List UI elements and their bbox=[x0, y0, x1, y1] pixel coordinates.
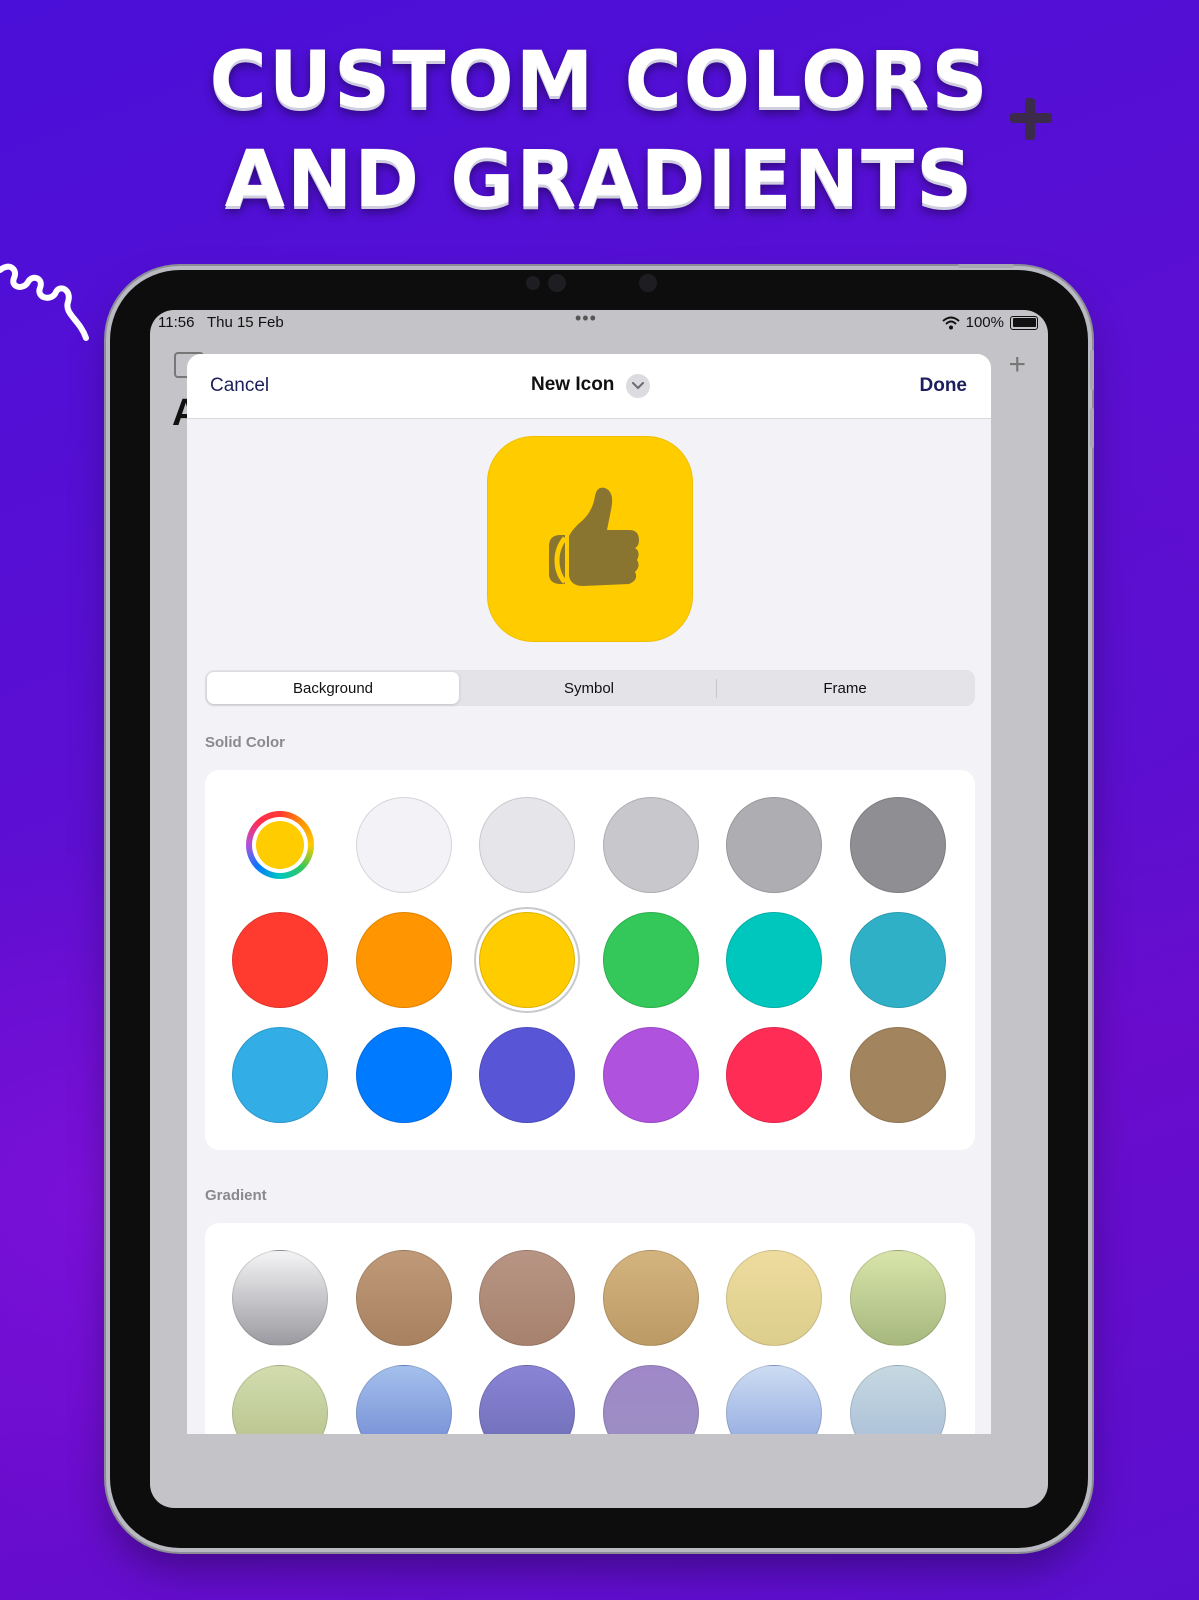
gradient-swatch[interactable] bbox=[479, 1365, 575, 1434]
headline-line-2: AND GRADIENTS bbox=[224, 135, 975, 225]
segmented-control: Background Symbol Frame bbox=[205, 670, 975, 706]
top-button bbox=[958, 264, 1014, 268]
color-swatch[interactable] bbox=[603, 912, 699, 1008]
tab-symbol[interactable]: Symbol bbox=[463, 672, 715, 704]
volume-down-button bbox=[1090, 408, 1094, 448]
gradient-swatch[interactable] bbox=[603, 1250, 699, 1346]
plus-decoration-icon bbox=[1010, 98, 1052, 140]
gradient-swatch[interactable] bbox=[232, 1250, 328, 1346]
gradient-swatch[interactable] bbox=[850, 1365, 946, 1434]
color-swatch[interactable] bbox=[474, 907, 580, 1013]
color-swatch[interactable] bbox=[726, 797, 822, 893]
camera-sensor bbox=[526, 276, 540, 290]
status-right: 100% bbox=[941, 314, 1038, 331]
color-swatch[interactable] bbox=[726, 912, 822, 1008]
status-clock: 11:56 bbox=[158, 314, 195, 331]
ipad-frame: 11:56 Thu 15 Feb ••• 100% + A Cancel New… bbox=[110, 264, 1094, 1548]
color-swatch[interactable] bbox=[850, 1027, 946, 1123]
gradient-swatch[interactable] bbox=[356, 1365, 452, 1434]
new-icon-sheet: Cancel New Icon Done Background Symbol F… bbox=[187, 354, 991, 1434]
color-swatch[interactable] bbox=[356, 797, 452, 893]
color-swatch[interactable] bbox=[479, 797, 575, 893]
gradient-card bbox=[205, 1223, 975, 1434]
multitasking-dots-icon[interactable]: ••• bbox=[575, 310, 597, 329]
volume-up-button bbox=[1090, 350, 1094, 390]
cancel-button[interactable]: Cancel bbox=[210, 375, 269, 397]
color-swatch[interactable] bbox=[356, 1027, 452, 1123]
color-picker-current bbox=[256, 821, 304, 869]
gradient-swatch[interactable] bbox=[603, 1365, 699, 1434]
gradient-swatch[interactable] bbox=[850, 1250, 946, 1346]
gradient-swatch[interactable] bbox=[479, 1250, 575, 1346]
solid-color-label: Solid Color bbox=[205, 734, 285, 751]
tab-frame[interactable]: Frame bbox=[719, 672, 971, 704]
segment-divider bbox=[716, 679, 717, 698]
gradient-swatch[interactable] bbox=[356, 1250, 452, 1346]
color-swatch[interactable] bbox=[232, 912, 328, 1008]
sheet-navbar: Cancel New Icon Done bbox=[187, 354, 991, 419]
camera-lens bbox=[548, 274, 566, 292]
gradient-swatch[interactable] bbox=[726, 1365, 822, 1434]
color-swatch[interactable] bbox=[232, 1027, 328, 1123]
color-swatch[interactable] bbox=[603, 797, 699, 893]
gradient-swatch[interactable] bbox=[726, 1250, 822, 1346]
color-swatch[interactable] bbox=[603, 1027, 699, 1123]
sheet-title: New Icon bbox=[531, 374, 615, 395]
color-swatch[interactable] bbox=[356, 912, 452, 1008]
gradient-swatch[interactable] bbox=[232, 1365, 328, 1434]
wifi-icon bbox=[941, 316, 960, 329]
solid-color-card bbox=[205, 770, 975, 1150]
color-swatch[interactable] bbox=[850, 912, 946, 1008]
color-swatch[interactable] bbox=[850, 797, 946, 893]
add-icon: + bbox=[1008, 348, 1026, 381]
color-picker-button[interactable] bbox=[246, 811, 314, 879]
status-date: Thu 15 Feb bbox=[206, 314, 284, 331]
status-bar: 11:56 Thu 15 Feb ••• 100% bbox=[150, 310, 1048, 340]
ipad-screen: 11:56 Thu 15 Feb ••• 100% + A Cancel New… bbox=[150, 310, 1048, 1508]
battery-percent: 100% bbox=[965, 314, 1004, 331]
color-swatch[interactable] bbox=[479, 1027, 575, 1123]
color-swatch[interactable] bbox=[726, 1027, 822, 1123]
tab-background[interactable]: Background bbox=[207, 672, 459, 704]
battery-icon bbox=[1010, 315, 1038, 330]
done-button[interactable]: Done bbox=[920, 375, 968, 397]
chevron-down-icon[interactable] bbox=[626, 374, 650, 398]
gradient-label: Gradient bbox=[205, 1187, 267, 1204]
thumbs-up-icon bbox=[549, 487, 639, 586]
status-time: 11:56 Thu 15 Feb bbox=[158, 314, 284, 331]
icon-preview bbox=[487, 436, 693, 642]
squiggle-decoration-icon bbox=[0, 263, 89, 341]
color-picker-ring bbox=[252, 817, 308, 873]
camera-flash bbox=[639, 274, 657, 292]
